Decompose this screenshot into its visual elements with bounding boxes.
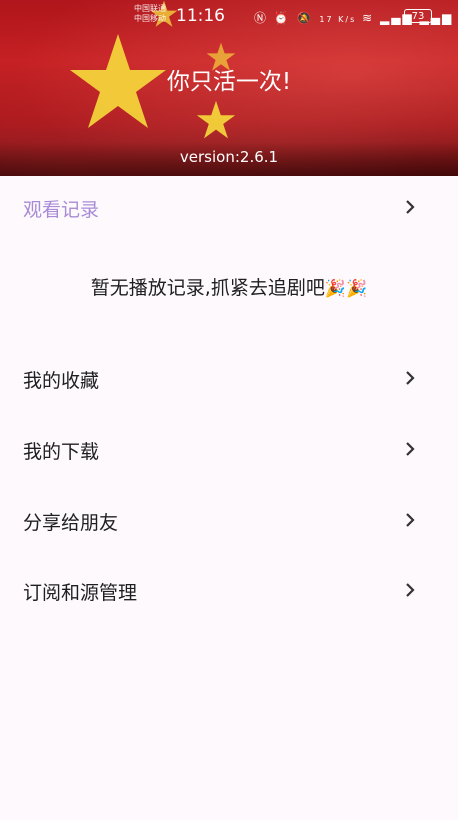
menu-item-downloads[interactable]: 我的下载	[0, 419, 458, 479]
menu-item-label: 我的下载	[23, 441, 100, 463]
chevron-right-icon	[406, 583, 415, 597]
nfc-icon: Ⓝ	[254, 11, 269, 25]
watch-history-label: 观看记录	[23, 199, 100, 221]
mute-icon: 🔕	[296, 11, 314, 25]
party-emoji: 🎉🎉	[324, 279, 368, 299]
status-time: 11:16	[176, 6, 225, 26]
carrier-labels: 中国联通 中国移动	[134, 4, 166, 23]
chevron-right-icon	[406, 442, 415, 456]
menu-item-share[interactable]: 分享给朋友	[0, 490, 458, 550]
menu-item-favorites[interactable]: 我的收藏	[0, 348, 458, 408]
chevron-right-icon	[406, 371, 415, 385]
menu-item-subscriptions[interactable]: 订阅和源管理	[0, 560, 458, 620]
flag-star-small-icon	[196, 100, 236, 139]
header-banner: 中国联通 中国移动 11:16 Ⓝ ⏰ 🔕 17 K/s ≋ ▂▄▆ ▂▄▆ 7…	[0, 0, 458, 176]
app-version: version:2.6.1	[179, 148, 279, 166]
chevron-right-icon	[406, 200, 415, 214]
menu-item-label: 分享给朋友	[23, 512, 119, 534]
network-speed: 17 K/s	[319, 15, 357, 24]
empty-history-message: 暂无播放记录,抓紧去追剧吧🎉🎉	[90, 277, 368, 299]
battery-indicator: 73	[404, 9, 432, 23]
chevron-right-icon	[406, 513, 415, 527]
status-bar: 中国联通 中国移动 11:16 Ⓝ ⏰ 🔕 17 K/s ≋ ▂▄▆ ▂▄▆ 7…	[0, 0, 458, 34]
watch-history-row[interactable]: 观看记录	[0, 177, 458, 237]
alarm-icon: ⏰	[273, 11, 291, 25]
menu-item-label: 我的收藏	[23, 370, 100, 392]
wifi-icon: ≋	[362, 11, 375, 25]
app-title: 你只活一次!	[166, 69, 292, 95]
menu-item-label: 订阅和源管理	[23, 582, 138, 604]
